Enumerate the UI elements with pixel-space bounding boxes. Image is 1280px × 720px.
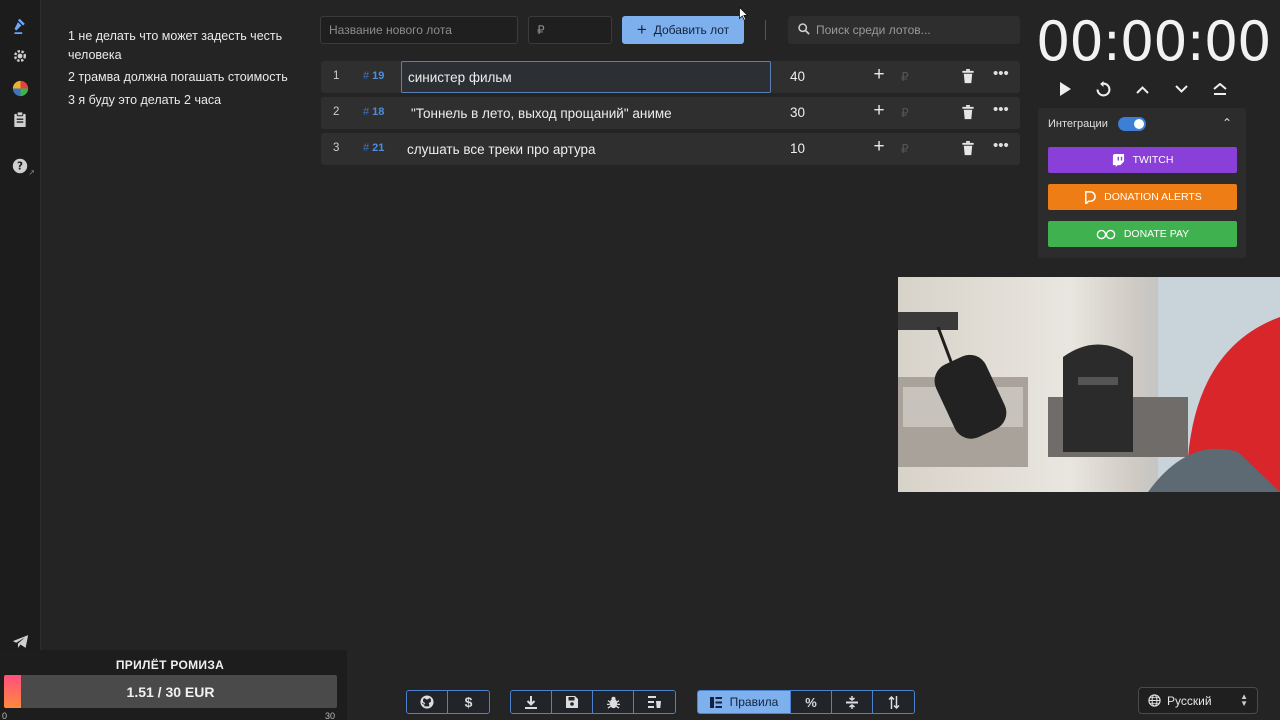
- donation-goal-widget: ПРИЛЁТ РОМИЗА 1.51 / 30 EUR 0 30: [0, 650, 347, 720]
- timer-display: 00:00:00: [1036, 10, 1272, 73]
- reset-icon[interactable]: [1090, 78, 1116, 100]
- lot-amount[interactable]: 40: [790, 69, 805, 84]
- lot-fast-id-value: 21: [372, 142, 385, 154]
- donation-progress-bar: 1.51 / 30 EUR: [4, 675, 337, 708]
- twitch-button[interactable]: TWITCH: [1048, 147, 1237, 173]
- svg-text:?: ?: [17, 161, 23, 173]
- donatepay-icon: [1096, 229, 1116, 239]
- percent-icon[interactable]: %: [791, 691, 832, 713]
- toolbar-group-file: [510, 690, 676, 714]
- lot-row: 2 #18 "Тоннель в лето, выход прощаний" а…: [321, 97, 1020, 129]
- new-lot-name-input[interactable]: [320, 16, 518, 44]
- integrations-toggle[interactable]: [1118, 117, 1146, 131]
- add-amount-icon[interactable]: +: [869, 136, 889, 158]
- rule-line: 3 я буду это делать 2 часа: [68, 92, 222, 107]
- lot-row: 1 #19 синистер фильм 40 + ₽ •••: [321, 61, 1020, 93]
- chevron-down-icon[interactable]: [1168, 78, 1194, 100]
- lot-fast-id-value: 18: [372, 106, 385, 118]
- toolbar-group-links: $: [406, 690, 490, 714]
- more-icon[interactable]: •••: [993, 65, 1009, 82]
- lot-index: 2: [333, 106, 340, 118]
- language-value: Русский: [1167, 693, 1212, 708]
- download-icon[interactable]: [511, 691, 552, 713]
- lot-fast-id: #18: [363, 106, 385, 118]
- search-box[interactable]: [788, 16, 1020, 44]
- clipboard-icon[interactable]: [0, 104, 40, 134]
- split-icon[interactable]: [832, 691, 873, 713]
- lot-fast-id: #21: [363, 142, 385, 154]
- add-amount-icon[interactable]: +: [869, 100, 889, 122]
- language-select[interactable]: Русский ▲ ▼: [1138, 687, 1258, 714]
- lot-row: 3 #21 слушать все треки про артура 10 + …: [321, 133, 1020, 165]
- lot-amount[interactable]: 10: [790, 141, 805, 156]
- globe-icon: [1148, 694, 1161, 707]
- add-amount-icon[interactable]: +: [869, 64, 889, 86]
- lot-amount-add-input[interactable]: ₽: [901, 70, 909, 84]
- donation-alerts-label: DONATION ALERTS: [1104, 191, 1202, 203]
- lot-index: 3: [333, 142, 340, 154]
- chevron-up-icon[interactable]: [1129, 78, 1155, 100]
- toolbar-group-view: Правила %: [697, 690, 915, 714]
- donation-progress-text: 1.51 / 30 EUR: [126, 684, 215, 700]
- lot-index: 1: [333, 70, 340, 82]
- trash-icon[interactable]: [961, 105, 977, 121]
- sidebar: ? ↗: [0, 0, 41, 720]
- donate-pay-label: DONATE PAY: [1123, 228, 1190, 240]
- donationalerts-icon: [1085, 190, 1096, 204]
- rules-text: 1 не делать что может задесть честь чело…: [68, 27, 308, 113]
- search-icon: [798, 22, 810, 38]
- lot-name-input[interactable]: синистер фильм: [401, 61, 771, 93]
- integrations-panel: Интеграции ⌃ TWITCH DONATION ALERTS DONA…: [1038, 108, 1246, 258]
- double-chevron-up-icon[interactable]: [1207, 78, 1233, 100]
- donation-max-label: 30: [325, 711, 336, 720]
- trash-icon[interactable]: [961, 69, 977, 85]
- sort-icon[interactable]: [873, 691, 914, 713]
- trash-icon[interactable]: [961, 141, 977, 157]
- twitch-label: TWITCH: [1132, 154, 1174, 166]
- divider: [765, 20, 766, 40]
- plus-icon: +: [636, 20, 647, 39]
- clear-list-icon[interactable]: [634, 691, 675, 713]
- twitch-icon: [1112, 153, 1124, 167]
- github-icon[interactable]: [407, 691, 448, 713]
- integrations-label: Интеграции: [1048, 118, 1108, 130]
- lot-amount[interactable]: 30: [790, 105, 805, 120]
- more-icon[interactable]: •••: [993, 137, 1009, 154]
- chevron-up-icon[interactable]: ⌃: [1222, 116, 1232, 130]
- rules-icon: [709, 696, 722, 708]
- lot-amount-add-input[interactable]: ₽: [901, 106, 909, 120]
- help-icon[interactable]: ? ↗: [0, 151, 40, 181]
- rules-button[interactable]: Правила: [698, 691, 791, 713]
- add-lot-button[interactable]: + Добавить лот: [622, 16, 744, 44]
- new-lot-amount-input[interactable]: [528, 16, 612, 44]
- lot-fast-id: #19: [363, 70, 385, 82]
- pie-chart-icon[interactable]: [0, 73, 40, 103]
- lot-name-input[interactable]: "Тоннель в лето, выход прощаний" аниме: [401, 97, 771, 129]
- more-icon[interactable]: •••: [993, 101, 1009, 118]
- lot-fast-id-value: 19: [372, 70, 385, 82]
- webcam-image: [898, 277, 1280, 492]
- external-link-icon: ↗: [28, 168, 35, 177]
- donation-alerts-button[interactable]: DONATION ALERTS: [1048, 184, 1237, 210]
- lot-amount-add-input[interactable]: ₽: [901, 142, 909, 156]
- donation-goal-title: ПРИЛЁТ РОМИЗА: [115, 658, 225, 672]
- gear-icon[interactable]: [0, 41, 40, 71]
- dollar-icon[interactable]: $: [448, 691, 489, 713]
- rules-label: Правила: [729, 695, 779, 709]
- bug-icon[interactable]: [593, 691, 634, 713]
- donate-pay-button[interactable]: DONATE PAY: [1048, 221, 1237, 247]
- search-input[interactable]: [816, 23, 1006, 37]
- webcam-overlay: [898, 277, 1280, 492]
- save-icon[interactable]: [552, 691, 593, 713]
- select-arrows-icon: ▲ ▼: [1240, 692, 1248, 708]
- gavel-icon[interactable]: [0, 10, 40, 40]
- donation-min-label: 0: [2, 711, 8, 720]
- lot-name-input[interactable]: слушать все треки про артура: [401, 133, 771, 165]
- mouse-cursor-icon: [739, 7, 748, 21]
- play-icon[interactable]: [1052, 78, 1078, 100]
- rule-line: 1 не делать что может задесть честь чело…: [68, 29, 283, 62]
- add-lot-label: Добавить лот: [653, 23, 730, 37]
- rule-line: 2 трамва должна погашать стоимость: [68, 70, 288, 84]
